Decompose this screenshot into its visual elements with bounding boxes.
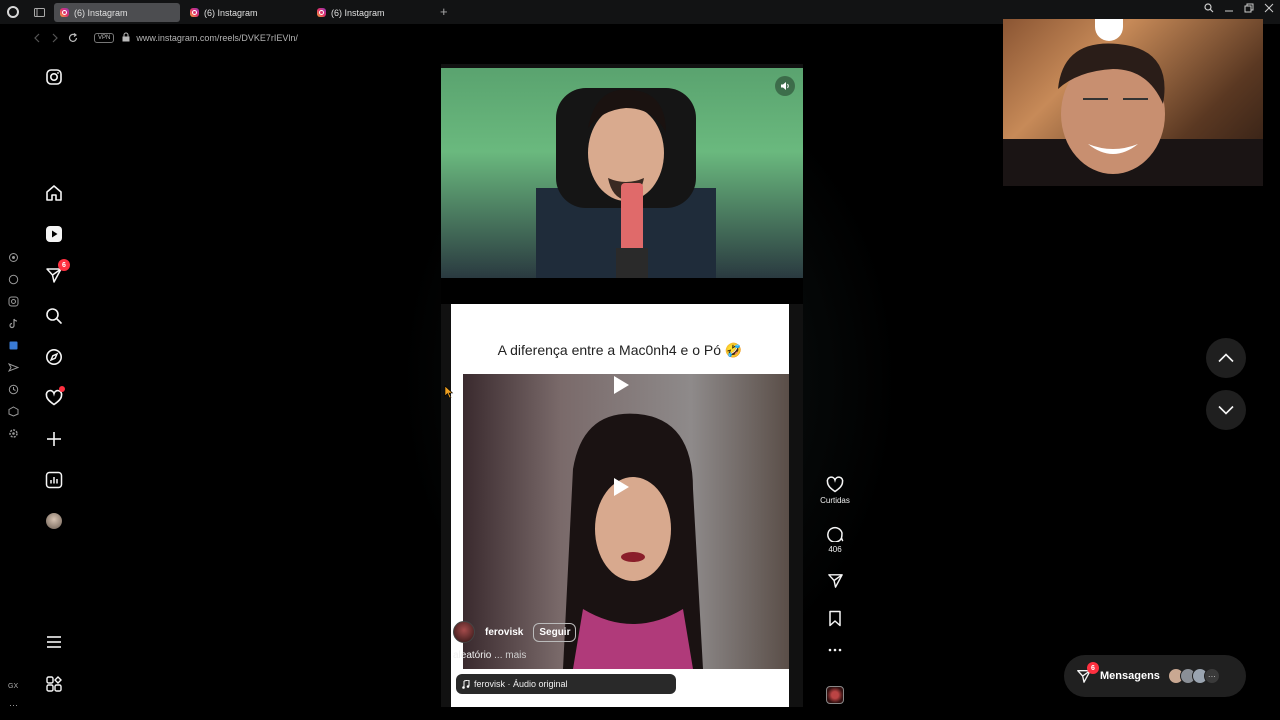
gx-label[interactable]: GX [8, 683, 18, 690]
author-avatar[interactable] [453, 621, 475, 643]
whatsapp-icon[interactable] [6, 272, 20, 286]
close-icon[interactable] [1264, 3, 1274, 13]
send-icon[interactable] [6, 360, 20, 374]
reaction-cam-video [441, 68, 803, 278]
play-icon[interactable] [601, 370, 641, 400]
bookmark-icon [829, 610, 841, 627]
music-note-icon [462, 679, 470, 689]
audio-text: ferovisk · Áudio original [474, 679, 568, 689]
vpn-badge[interactable]: VPN [94, 33, 115, 43]
messages-button[interactable]: 6 Mensagens ··· [1064, 655, 1246, 697]
chatgpt-icon[interactable] [6, 250, 20, 264]
save-button[interactable] [814, 610, 856, 627]
heart-icon [826, 476, 844, 493]
history-icon[interactable] [6, 382, 20, 396]
tab-title: (6) Instagram [204, 7, 258, 18]
volume-icon[interactable] [775, 76, 795, 96]
search-tabs-icon[interactable] [1204, 3, 1214, 13]
message-avatars: ··· [1167, 668, 1220, 684]
reel-caption-overlay: A diferença entre a Mac0nh4 e o Pó 🤣 [497, 342, 743, 358]
url-text[interactable]: www.instagram.com/reels/DVKE7rIEVln/ [136, 33, 298, 43]
chevron-down-icon [1218, 405, 1234, 415]
embedded-reel: A diferença entre a Mac0nh4 e o Pó 🤣 [451, 304, 789, 707]
forward-icon[interactable] [46, 33, 64, 43]
instagram-favicon-icon [60, 8, 69, 17]
share-icon [827, 574, 843, 588]
instagram-nav: 6 [28, 50, 80, 718]
caption-text: aleatório [453, 650, 492, 661]
more-options-icon[interactable]: ··· [9, 700, 18, 710]
play-icon[interactable] [601, 472, 641, 502]
tab-instagram-3[interactable]: (6) Instagram [311, 3, 437, 22]
author-name[interactable]: ferovisk [485, 627, 523, 638]
post-caption[interactable]: aleatório ... mais [453, 650, 526, 661]
menu-icon[interactable] [41, 629, 67, 655]
instagram-favicon-icon [317, 8, 326, 17]
messages-badge: 6 [1087, 662, 1099, 674]
minimize-icon[interactable] [1224, 3, 1234, 13]
notifications-icon[interactable] [41, 385, 67, 411]
opera-sidebar [0, 250, 26, 440]
profile-avatar[interactable] [41, 508, 67, 534]
reload-icon[interactable] [64, 33, 82, 43]
messages-label: Mensagens [1100, 670, 1160, 682]
audio-thumbnail-image [826, 686, 844, 704]
notification-dot [59, 386, 65, 392]
new-tab-icon[interactable]: + [440, 4, 448, 19]
tiktok-icon[interactable] [6, 316, 20, 330]
instagram-favicon-icon [190, 8, 199, 17]
author-row: ferovisk Seguir [453, 621, 577, 643]
more-contacts-icon: ··· [1203, 668, 1220, 684]
tab-instagram-2[interactable]: (6) Instagram [184, 3, 310, 22]
streamer-face [1003, 43, 1263, 186]
screen: (6) Instagram (6) Instagram (6) Instagra… [0, 0, 1280, 720]
create-icon[interactable] [41, 426, 67, 452]
extension-icon[interactable] [6, 338, 20, 352]
video-divider [441, 278, 803, 304]
follow-button[interactable]: Seguir [533, 622, 577, 642]
explore-icon[interactable] [41, 344, 67, 370]
comment-icon [827, 526, 844, 542]
direct-badge: 6 [58, 259, 70, 271]
mouse-cursor-icon [444, 385, 454, 399]
opera-logo-icon[interactable] [0, 0, 26, 24]
previous-reel-button[interactable] [1206, 338, 1246, 378]
chevron-up-icon [1218, 353, 1234, 363]
direct-icon[interactable]: 6 [41, 259, 70, 288]
tab-instagram-1[interactable]: (6) Instagram [54, 3, 180, 22]
back-icon[interactable] [28, 33, 46, 43]
more-button[interactable] [814, 648, 856, 652]
more-dots-icon [828, 648, 842, 652]
dashboard-icon[interactable] [41, 467, 67, 493]
profile-image [46, 513, 62, 529]
comments-count: 406 [828, 545, 842, 554]
instagram-sidebar-icon[interactable] [6, 294, 20, 308]
like-button[interactable]: Curtidas [814, 476, 856, 505]
next-reel-button[interactable] [1206, 390, 1246, 430]
share-button[interactable] [814, 572, 856, 589]
streamer-figure [536, 88, 716, 278]
streamer-webcam [1003, 19, 1263, 186]
tab-title: (6) Instagram [74, 7, 128, 18]
window-controls [1204, 3, 1274, 13]
settings-icon[interactable] [6, 426, 20, 440]
messages-direct-icon: 6 [1076, 662, 1099, 684]
reel-video[interactable]: A diferença entre a Mac0nh4 e o Pó 🤣 fer… [441, 64, 803, 707]
cube-icon[interactable] [6, 404, 20, 418]
tab-overview-icon[interactable] [26, 0, 52, 24]
home-icon[interactable] [41, 180, 67, 206]
tab-title: (6) Instagram [331, 7, 385, 18]
lock-icon[interactable] [122, 29, 130, 47]
also-from-meta-icon[interactable] [41, 671, 67, 697]
restore-icon[interactable] [1244, 3, 1254, 13]
reels-icon[interactable] [41, 221, 67, 247]
caption-more-link[interactable]: ... mais [494, 650, 526, 661]
audio-link[interactable]: ferovisk · Áudio original [456, 674, 676, 694]
likes-label: Curtidas [820, 496, 850, 505]
search-icon[interactable] [41, 303, 67, 329]
audio-thumbnail[interactable] [814, 686, 856, 704]
comment-button[interactable]: 406 [814, 524, 856, 554]
instagram-logo-icon[interactable] [41, 64, 67, 90]
